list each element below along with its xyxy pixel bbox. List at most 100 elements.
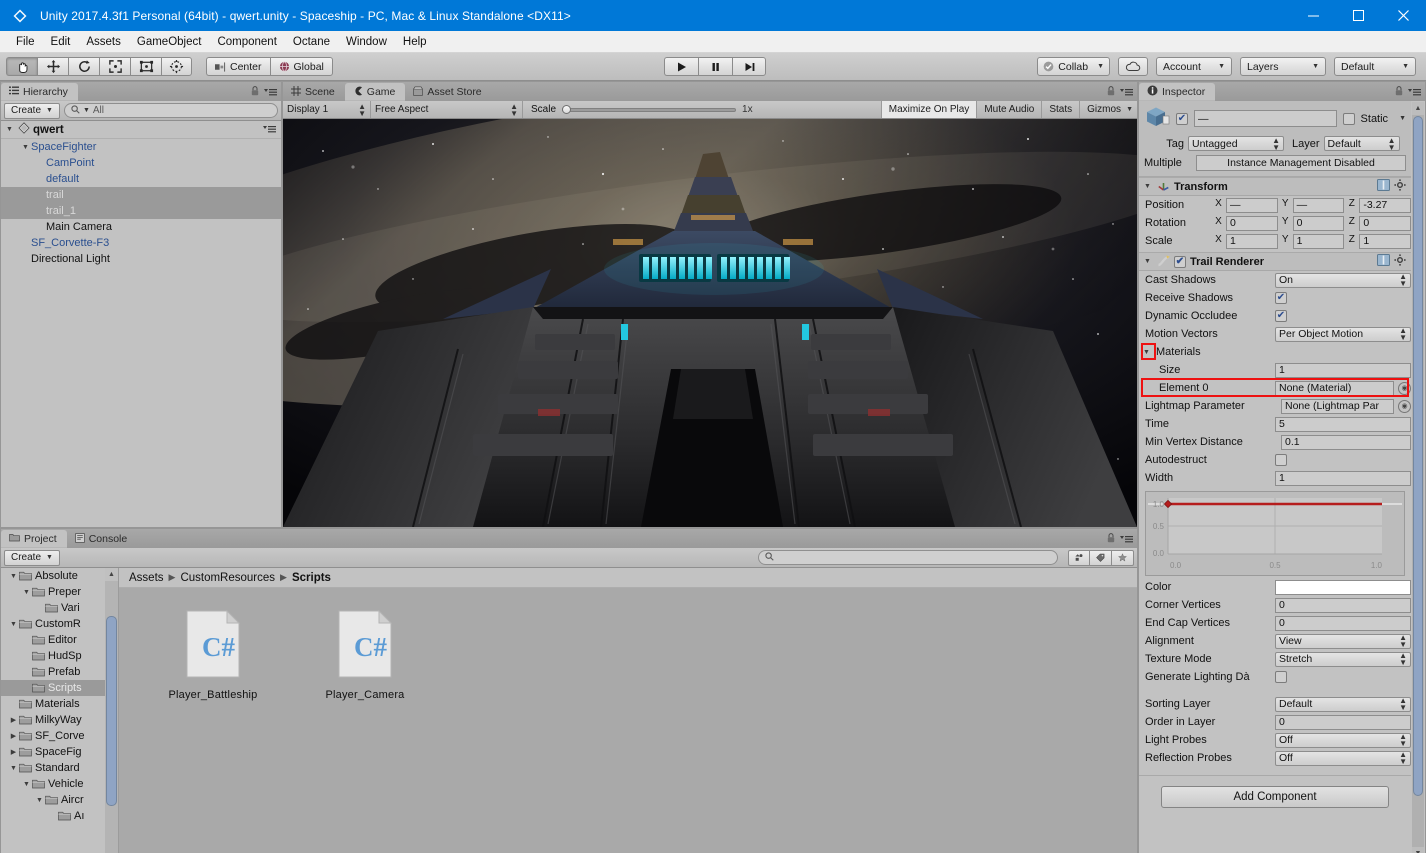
texture-mode-dropdown[interactable]: Stretch ▲ ▼ bbox=[1275, 651, 1411, 667]
scale-slider[interactable] bbox=[562, 104, 737, 115]
pivot-mode-button[interactable]: Center bbox=[206, 57, 270, 76]
panel-menu-icon[interactable] bbox=[264, 87, 277, 99]
panel-menu-icon[interactable] bbox=[1408, 87, 1421, 99]
menu-gameobject[interactable]: GameObject bbox=[129, 34, 210, 50]
add-component-button[interactable]: Add Component bbox=[1161, 786, 1389, 808]
min-vertex-distance-field[interactable]: 0.1 bbox=[1281, 434, 1411, 450]
foldout-icon[interactable]: ▼ bbox=[21, 589, 32, 596]
trail-renderer-foldout-icon[interactable]: ▼ bbox=[1142, 258, 1153, 265]
motion-vectors-dropdown[interactable]: Per Object Motion ▲ ▼ bbox=[1275, 326, 1411, 342]
reflection-probes-dropdown[interactable]: Off ▲ ▼ bbox=[1275, 750, 1411, 766]
minimize-button[interactable] bbox=[1291, 0, 1336, 31]
move-tool-button[interactable] bbox=[37, 57, 68, 76]
dynamic-occludee-checkbox[interactable] bbox=[1275, 310, 1287, 322]
end-cap-vertices-field[interactable]: 0 bbox=[1275, 615, 1411, 631]
hierarchy-search-input[interactable]: ▼ All bbox=[63, 103, 278, 118]
cast-shadows-dropdown[interactable]: On ▲ ▼ bbox=[1275, 272, 1411, 288]
collab-button[interactable]: Collab ▼ bbox=[1037, 57, 1110, 76]
project-tree-scroll-thumb[interactable] bbox=[106, 616, 117, 806]
label-filter-icon[interactable] bbox=[1090, 549, 1112, 566]
scroll-up-icon[interactable]: ▲ bbox=[105, 568, 118, 581]
receive-shadows-checkbox[interactable] bbox=[1275, 292, 1287, 304]
step-button[interactable] bbox=[732, 57, 766, 76]
sorting-layer-dropdown[interactable]: Default ▲ ▼ bbox=[1275, 696, 1411, 712]
lock-icon[interactable] bbox=[1395, 86, 1403, 99]
help-icon[interactable] bbox=[1377, 179, 1390, 194]
menu-component[interactable]: Component bbox=[209, 34, 284, 50]
time-field[interactable]: 5 bbox=[1275, 416, 1411, 432]
tab-inspector[interactable]: Inspector bbox=[1139, 83, 1216, 101]
breadcrumb-assets[interactable]: Assets bbox=[129, 572, 164, 584]
hierarchy-scene-menu-icon[interactable] bbox=[263, 124, 276, 136]
hierarchy-item-trail[interactable]: trail bbox=[1, 187, 281, 203]
tab-scene[interactable]: Scene bbox=[283, 83, 345, 101]
panel-menu-icon[interactable] bbox=[1120, 87, 1133, 99]
layers-button[interactable]: Layers ▼ bbox=[1240, 57, 1326, 76]
foldout-icon[interactable]: ▼ bbox=[8, 573, 19, 580]
project-folder-aircr[interactable]: ▼ Aircr bbox=[1, 792, 118, 808]
project-folder-prefab[interactable]: Prefab bbox=[1, 664, 118, 680]
tag-dropdown[interactable]: Untagged ▲ ▼ bbox=[1188, 136, 1284, 151]
lock-icon[interactable] bbox=[251, 86, 259, 99]
lightmap-object-picker-icon[interactable]: ◉ bbox=[1398, 399, 1411, 413]
breadcrumb-scripts[interactable]: Scripts bbox=[292, 572, 331, 584]
hierarchy-item-campoint[interactable]: CamPoint bbox=[1, 155, 281, 171]
hierarchy-create-button[interactable]: Create ▼ bbox=[4, 102, 60, 119]
project-folder-editor[interactable]: Editor bbox=[1, 632, 118, 648]
project-folder-vari[interactable]: Vari bbox=[1, 600, 118, 616]
chevron-down-icon[interactable]: ▼ bbox=[1399, 115, 1406, 122]
project-create-button[interactable]: Create ▼ bbox=[4, 549, 60, 566]
foldout-icon[interactable]: ▶ bbox=[8, 732, 19, 740]
transform-tool-button[interactable] bbox=[161, 57, 192, 76]
hand-tool-button[interactable] bbox=[6, 57, 37, 76]
transform-position-y-field[interactable]: — bbox=[1292, 197, 1345, 213]
lock-icon[interactable] bbox=[1107, 86, 1115, 99]
cloud-button[interactable] bbox=[1118, 57, 1148, 76]
gear-icon[interactable] bbox=[1394, 179, 1406, 194]
menu-file[interactable]: File bbox=[8, 34, 43, 50]
hierarchy-item-default[interactable]: default bbox=[1, 171, 281, 187]
project-folder-customr[interactable]: ▼ CustomR bbox=[1, 616, 118, 632]
scroll-up-icon[interactable]: ▲ bbox=[1412, 102, 1424, 115]
project-folder-spacefig[interactable]: ▶ SpaceFig bbox=[1, 744, 118, 760]
hierarchy-item-sf-corvette-f3[interactable]: SF_Corvette-F3 bbox=[1, 235, 281, 251]
lock-icon[interactable] bbox=[1107, 533, 1115, 546]
width-curve-editor[interactable]: 1.0 0.5 0.0 0.0 0.5 1.0 bbox=[1145, 491, 1405, 576]
layout-button[interactable]: Default ▼ bbox=[1334, 57, 1416, 76]
rotate-tool-button[interactable] bbox=[68, 57, 99, 76]
materials-foldout-icon[interactable]: ▼ bbox=[1141, 349, 1152, 356]
tab-project[interactable]: Project bbox=[1, 530, 67, 548]
gear-icon[interactable] bbox=[1394, 254, 1406, 269]
menu-window[interactable]: Window bbox=[338, 34, 395, 50]
hierarchy-item-directional-light[interactable]: Directional Light bbox=[1, 251, 281, 267]
element0-object-picker-icon[interactable]: ◉ bbox=[1398, 381, 1411, 395]
menu-edit[interactable]: Edit bbox=[43, 34, 79, 50]
corner-vertices-field[interactable]: 0 bbox=[1275, 597, 1411, 613]
generate-lighting-data-checkbox[interactable] bbox=[1275, 671, 1287, 683]
maximize-button[interactable] bbox=[1336, 0, 1381, 31]
scale-tool-button[interactable] bbox=[99, 57, 130, 76]
breadcrumb-customresources[interactable]: CustomResources bbox=[180, 572, 275, 584]
alignment-dropdown[interactable]: View ▲ ▼ bbox=[1275, 633, 1411, 649]
project-folder-materials[interactable]: Materials bbox=[1, 696, 118, 712]
favorite-icon[interactable] bbox=[1112, 549, 1134, 566]
project-tree-scrollbar[interactable]: ▲ ▼ bbox=[105, 568, 118, 853]
inspector-scrollbar[interactable]: ▲ ▼ bbox=[1412, 102, 1424, 853]
rect-tool-button[interactable] bbox=[130, 57, 161, 76]
menu-help[interactable]: Help bbox=[395, 34, 435, 50]
project-folder-standard[interactable]: ▼ Standard bbox=[1, 760, 118, 776]
play-button[interactable] bbox=[664, 57, 698, 76]
transform-rotation-x-field[interactable]: 0 bbox=[1226, 215, 1278, 231]
lightmap-parameter-field[interactable]: None (Lightmap Par bbox=[1281, 398, 1394, 414]
materials-row[interactable]: ▼ Materials bbox=[1139, 343, 1411, 361]
foldout-icon[interactable]: ▶ bbox=[8, 716, 19, 724]
tab-game[interactable]: Game bbox=[344, 83, 406, 101]
menu-octane[interactable]: Octane bbox=[285, 34, 338, 50]
help-icon[interactable] bbox=[1377, 254, 1390, 269]
project-folder-sf-corve[interactable]: ▶ SF_Corve bbox=[1, 728, 118, 744]
panel-menu-icon[interactable] bbox=[1120, 534, 1133, 546]
project-search-input[interactable] bbox=[758, 550, 1058, 565]
color-swatch-field[interactable] bbox=[1275, 579, 1411, 595]
account-button[interactable]: Account ▼ bbox=[1156, 57, 1232, 76]
transform-scale-y-field[interactable]: 1 bbox=[1292, 233, 1345, 249]
